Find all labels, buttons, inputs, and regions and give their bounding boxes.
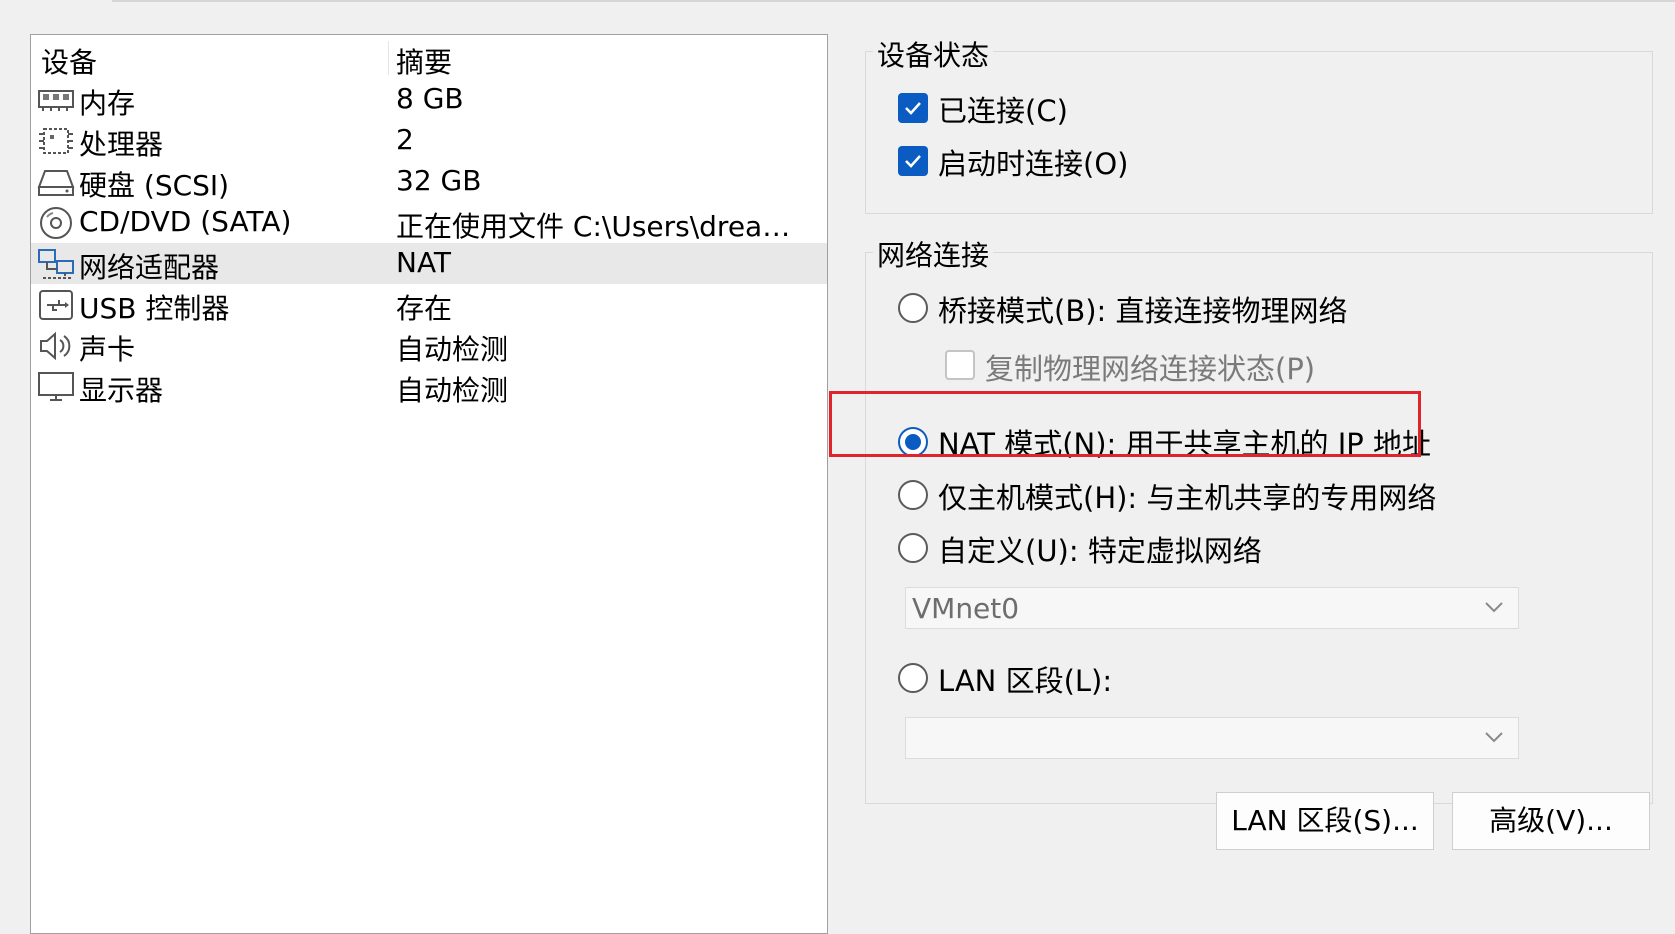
device-list-header: 设备 摘要 [31, 35, 827, 79]
device-summary: NAT [396, 246, 452, 279]
display-icon [38, 372, 74, 401]
device-name: 声卡 [79, 333, 136, 366]
connect-at-power-on-checkbox[interactable] [898, 146, 928, 176]
usb-icon [39, 290, 73, 320]
device-status-title: 设备状态 [873, 34, 994, 74]
device-name: 硬盘 (SCSI) [79, 169, 230, 202]
device-name: 内存 [79, 87, 136, 120]
checkmark-icon [905, 102, 921, 115]
network-adapter-icon [38, 249, 74, 279]
custom-radio[interactable] [898, 533, 928, 563]
cd-dvd-icon [40, 207, 72, 239]
column-header-summary[interactable]: 摘要 [396, 41, 452, 81]
device-row-memory[interactable]: 内存 8 GB [31, 79, 827, 120]
bridged-radio[interactable] [898, 293, 928, 323]
device-name: 显示器 [79, 374, 164, 407]
lan-segment-radio[interactable] [898, 663, 928, 693]
device-status-group [865, 51, 1653, 214]
host-only-label[interactable]: 仅主机模式(H): 与主机共享的专用网络 [938, 475, 1436, 517]
device-name: 网络适配器 [79, 251, 220, 284]
connected-label[interactable]: 已连接(C) [938, 88, 1068, 130]
device-summary: 8 GB [396, 82, 464, 115]
device-row-display[interactable]: 显示器 自动检测 [31, 366, 827, 407]
device-list: 设备 摘要 内存 8 GB 处理器 2 硬盘 (SCSI) 32 GB CD/D… [30, 34, 828, 934]
replicate-state-checkbox[interactable] [945, 350, 975, 380]
device-summary: 32 GB [396, 164, 482, 197]
replicate-state-label[interactable]: 复制物理网络连接状态(P) [985, 346, 1315, 388]
device-row-processor[interactable]: 处理器 2 [31, 120, 827, 161]
custom-label[interactable]: 自定义(U): 特定虚拟网络 [938, 528, 1262, 570]
advanced-button[interactable]: 高级(V)... [1452, 792, 1650, 850]
device-summary: 自动检测 [396, 374, 509, 407]
custom-network-value: VMnet0 [912, 592, 1020, 625]
device-name: USB 控制器 [79, 292, 230, 325]
device-row-network-adapter[interactable]: 网络适配器 NAT [31, 243, 827, 284]
lan-segment-label[interactable]: LAN 区段(L): [938, 658, 1112, 700]
network-connection-title: 网络连接 [873, 234, 994, 274]
hard-disk-icon [37, 170, 75, 196]
connected-checkbox[interactable] [898, 93, 928, 123]
lan-segment-select[interactable] [905, 717, 1519, 759]
device-summary: 正在使用文件 C:\Users\dream... [396, 210, 806, 243]
device-name: CD/DVD (SATA) [79, 205, 292, 238]
device-summary: 自动检测 [396, 333, 509, 366]
sound-card-icon [40, 331, 71, 361]
device-summary: 存在 [396, 292, 453, 325]
top-divider [112, 0, 1675, 2]
column-separator [388, 41, 389, 75]
custom-network-select[interactable]: VMnet0 [905, 587, 1519, 629]
device-summary: 2 [396, 123, 414, 156]
memory-icon [38, 90, 74, 111]
checkmark-icon [905, 155, 921, 168]
column-header-device[interactable]: 设备 [41, 41, 97, 81]
chevron-down-icon [1485, 732, 1503, 743]
device-row-cd-dvd[interactable]: CD/DVD (SATA) 正在使用文件 C:\Users\dream... [31, 202, 827, 243]
processor-icon [39, 128, 73, 154]
connect-at-power-on-label[interactable]: 启动时连接(O) [938, 141, 1128, 183]
bridged-label[interactable]: 桥接模式(B): 直接连接物理网络 [938, 288, 1348, 330]
nat-highlight-box [829, 391, 1421, 457]
device-row-sound-card[interactable]: 声卡 自动检测 [31, 325, 827, 366]
device-name: 处理器 [79, 128, 164, 161]
chevron-down-icon [1485, 602, 1503, 613]
device-row-hard-disk[interactable]: 硬盘 (SCSI) 32 GB [31, 161, 827, 202]
host-only-radio[interactable] [898, 480, 928, 510]
device-row-usb[interactable]: USB 控制器 存在 [31, 284, 827, 325]
lan-segments-button[interactable]: LAN 区段(S)... [1216, 792, 1434, 850]
